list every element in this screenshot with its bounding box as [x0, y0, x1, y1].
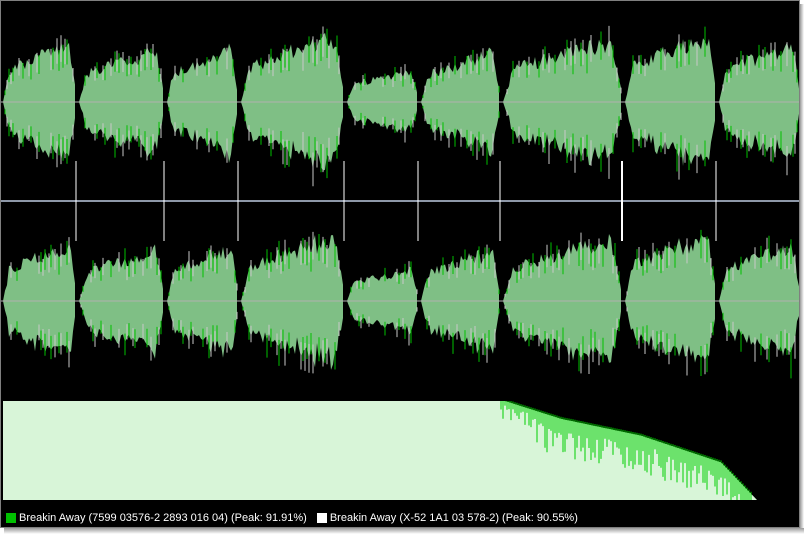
left-channel-waveform [1, 25, 799, 187]
waveform-canvas [1, 25, 799, 500]
legend-entry-1: Breakin Away (7599 03576-2 2893 016 04) … [6, 512, 307, 524]
right-channel-waveform [1, 229, 799, 379]
right-channel-segment-4 [241, 235, 343, 370]
waveform-comparison-view: Breakin Away (7599 03576-2 2893 016 04) … [0, 0, 800, 528]
legend-swatch-green [6, 513, 16, 523]
legend-swatch-white [316, 513, 327, 523]
legend: Breakin Away (7599 03576-2 2893 016 04) … [1, 507, 799, 527]
legend-label-1: Breakin Away (7599 03576-2 2893 016 04) … [19, 512, 307, 524]
legend-entry-2: Breakin Away (X-52 1A1 03 578-2) (Peak: … [316, 512, 578, 524]
difference-graph [3, 401, 761, 500]
right-channel-segment-2 [79, 244, 163, 359]
legend-label-2: Breakin Away (X-52 1A1 03 578-2) (Peak: … [329, 512, 578, 524]
